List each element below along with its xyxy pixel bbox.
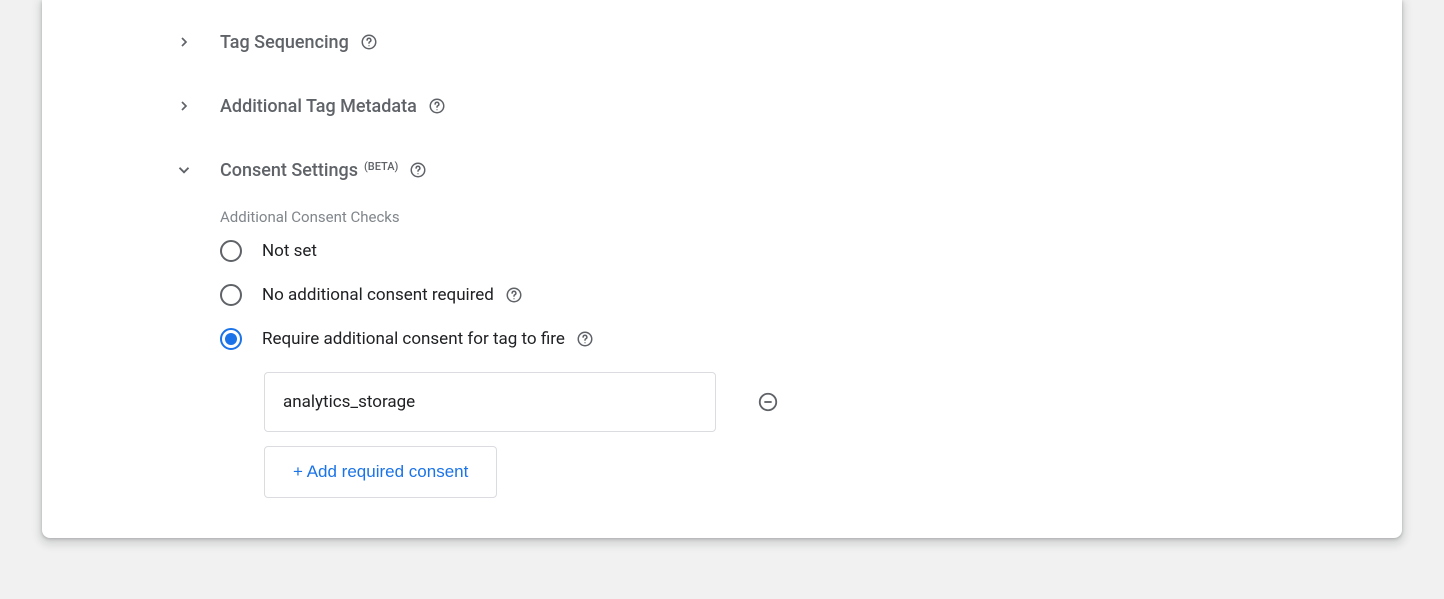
section-consent-settings[interactable]: Consent Settings (BETA) bbox=[172, 138, 1402, 202]
radio-label: Require additional consent for tag to fi… bbox=[262, 329, 565, 349]
radio-row-not-set[interactable]: Not set bbox=[220, 240, 1402, 262]
section-additional-metadata[interactable]: Additional Tag Metadata bbox=[172, 74, 1402, 138]
help-icon[interactable] bbox=[408, 160, 428, 180]
radio-label: Not set bbox=[262, 241, 317, 261]
radio-row-require-additional[interactable]: Require additional consent for tag to fi… bbox=[220, 328, 1402, 350]
radio-no-additional[interactable] bbox=[220, 284, 242, 306]
section-title: Additional Tag Metadata bbox=[220, 96, 417, 117]
help-icon[interactable] bbox=[575, 329, 595, 349]
help-icon[interactable] bbox=[359, 32, 379, 52]
settings-card: Tag Sequencing Additional Tag Metadata C… bbox=[42, 0, 1402, 538]
help-icon[interactable] bbox=[427, 96, 447, 116]
consent-settings-body: Additional Consent Checks Not set No add… bbox=[220, 208, 1402, 498]
remove-consent-icon[interactable] bbox=[756, 390, 780, 414]
radio-row-no-additional[interactable]: No additional consent required bbox=[220, 284, 1402, 306]
chevron-down-icon[interactable] bbox=[172, 158, 196, 182]
consent-type-input[interactable] bbox=[264, 372, 716, 432]
consent-subheader: Additional Consent Checks bbox=[220, 208, 1402, 226]
radio-not-set[interactable] bbox=[220, 240, 242, 262]
section-tag-sequencing[interactable]: Tag Sequencing bbox=[172, 10, 1402, 74]
section-title-text: Consent Settings bbox=[220, 160, 358, 181]
consent-input-row bbox=[264, 372, 1402, 432]
section-title: Tag Sequencing bbox=[220, 32, 349, 53]
beta-badge: (BETA) bbox=[364, 160, 398, 173]
radio-require-additional[interactable] bbox=[220, 328, 242, 350]
add-button-label: + Add required consent bbox=[293, 462, 468, 482]
add-required-consent-button[interactable]: + Add required consent bbox=[264, 446, 497, 498]
chevron-right-icon[interactable] bbox=[172, 94, 196, 118]
chevron-right-icon[interactable] bbox=[172, 30, 196, 54]
help-icon[interactable] bbox=[504, 285, 524, 305]
radio-label: No additional consent required bbox=[262, 285, 494, 305]
section-title: Consent Settings (BETA) bbox=[220, 160, 398, 181]
